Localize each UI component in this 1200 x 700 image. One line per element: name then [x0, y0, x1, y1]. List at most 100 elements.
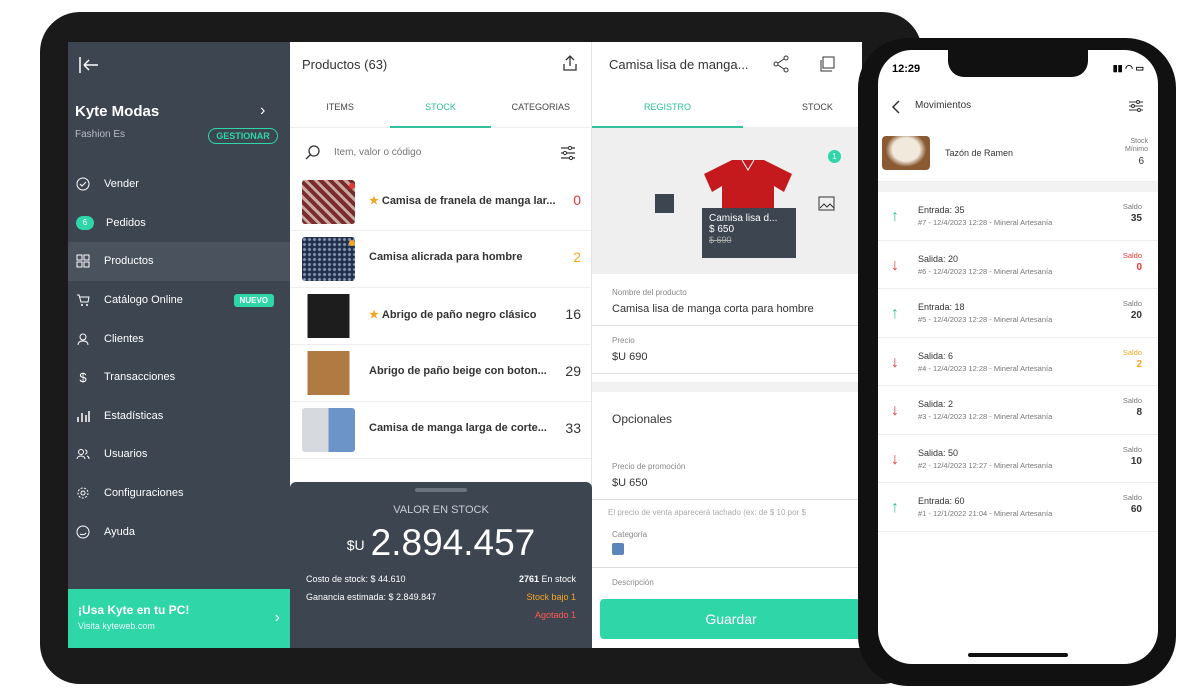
product-image [302, 294, 355, 338]
search-bar [290, 138, 591, 168]
arrow-down-icon: ↓ [891, 450, 899, 468]
movement-row[interactable]: ↑ Entrada: 18 #5 - 12/4/2023 12:28 - Min… [878, 289, 1158, 338]
promo-price-field[interactable]: Precio de promoción $U 650 [592, 462, 862, 500]
product-preview-card: Camisa lisa d... $ 650 $ 690 [702, 208, 796, 258]
low-stock-count[interactable]: Stock bajo 1 [526, 592, 576, 602]
product-quantity: 2 [573, 249, 581, 265]
tab-items[interactable]: ITEMS [290, 90, 390, 127]
page-title: Productos (63) [302, 57, 388, 72]
movement-row[interactable]: ↑ Entrada: 60 #1 - 12/1/2022 21:04 - Min… [878, 483, 1158, 532]
out-of-stock-count[interactable]: Agotado 1 [535, 610, 576, 620]
search-input[interactable] [334, 147, 504, 158]
export-icon[interactable] [561, 54, 579, 72]
home-indicator[interactable] [968, 653, 1068, 657]
product-image [302, 180, 355, 224]
min-stock-label: Stock Mínimo [1125, 138, 1148, 154]
check-circle-icon [76, 177, 90, 191]
back-arrow-icon[interactable] [890, 100, 902, 114]
optional-section-title: Opcionales [612, 412, 673, 426]
tab-registro[interactable]: REGISTRO [644, 102, 691, 112]
manage-button[interactable]: GESTIONAR [208, 128, 278, 144]
gallery-icon[interactable] [818, 194, 836, 212]
movement-row[interactable]: ↓ Salida: 50 #2 - 12/4/2023 12:27 - Mine… [878, 435, 1158, 483]
sidebar-item-label: Estadísticas [104, 409, 164, 422]
collapse-sidebar-icon[interactable] [78, 54, 100, 76]
balance-value: 60 [1130, 504, 1142, 515]
duplicate-icon[interactable] [818, 55, 836, 73]
tablet-screen: Kyte Modas › Fashion Es GESTIONAR Vender… [68, 42, 862, 648]
movement-details: #2 - 12/4/2023 12:27 - Mineral Artesanía [918, 460, 1053, 470]
arrow-down-icon: ↓ [891, 256, 899, 274]
movement-details: #6 - 12/4/2023 12:28 - Mineral Artesanía [918, 266, 1053, 276]
store-subtitle: Fashion Es [75, 129, 126, 140]
sidebar-item-transacciones[interactable]: $ Transacciones [68, 358, 290, 397]
filter-icon[interactable] [559, 144, 577, 162]
product-row[interactable]: Abrigo de paño beige con boton... 29 [290, 345, 591, 402]
tab-stock[interactable]: STOCK [390, 90, 491, 128]
category-field[interactable]: Categoría [592, 530, 862, 568]
product-name: Camisa alicrada para hombre [369, 251, 523, 263]
stock-alert-dot [349, 183, 355, 189]
filter-icon[interactable] [1128, 98, 1144, 114]
drag-handle[interactable] [415, 488, 467, 492]
product-name-field[interactable]: Nombre del producto Camisa lisa de manga… [592, 288, 862, 326]
share-icon[interactable] [772, 55, 790, 73]
color-swatch[interactable] [655, 194, 674, 213]
sidebar-item-clientes[interactable]: Clientes [68, 319, 290, 358]
sidebar-item-estadisticas[interactable]: Estadísticas [68, 397, 290, 436]
tab-categorias[interactable]: CATEGORIAS [491, 90, 591, 127]
movement-title: Entrada: 60 [918, 496, 965, 506]
product-row[interactable]: ★ Camisa de franela de manga lar... 0 [290, 174, 591, 231]
movement-title: Salida: 6 [918, 350, 954, 361]
price-field[interactable]: Precio $U 690 [592, 336, 862, 374]
product-quantity: 16 [565, 306, 581, 322]
balance-label: Saldo [1122, 493, 1142, 502]
sidebar-item-ayuda[interactable]: Ayuda [68, 512, 290, 551]
save-button[interactable]: Guardar [600, 599, 862, 639]
balance-label: Saldo [1122, 299, 1142, 308]
movement-row[interactable]: ↓ Salida: 20 #6 - 12/4/2023 12:28 - Mine… [878, 241, 1158, 289]
sidebar: Kyte Modas › Fashion Es GESTIONAR Vender… [68, 42, 290, 648]
product-name: Camisa de manga larga de corte... [369, 422, 547, 434]
products-tabs: ITEMS STOCK CATEGORIAS [290, 90, 591, 128]
product-row[interactable]: Camisa alicrada para hombre 2 [290, 231, 591, 288]
product-detail-panel: Camisa lisa de manga... REGISTRO STOCK C… [592, 42, 862, 648]
movement-row[interactable]: ↓ Salida: 6 #4 - 12/4/2023 12:28 - Miner… [878, 338, 1158, 386]
product-image [302, 237, 355, 281]
store-name[interactable]: Kyte Modas [75, 103, 159, 120]
sidebar-item-catalogo[interactable]: Catálogo Online NUEVO [68, 281, 290, 320]
user-icon [76, 332, 90, 346]
sidebar-item-pedidos[interactable]: 6 Pedidos [68, 204, 290, 243]
units-in-stock: 2761 En stock [518, 574, 576, 584]
movement-title: Salida: 50 [918, 447, 959, 458]
product-name: ★ Camisa de franela de manga lar... [369, 195, 556, 207]
field-label: Precio de promoción [612, 462, 686, 471]
sidebar-item-configuraciones[interactable]: Configuraciones [68, 474, 290, 513]
product-row[interactable]: ★ Abrigo de paño negro clásico 16 [290, 288, 591, 345]
phone-screen: 12:29 ▮▮ ◠ ▭ Movimientos Tazón de Ramen … [878, 50, 1158, 664]
grid-icon [76, 254, 90, 268]
description-label: Descripción [612, 578, 654, 587]
category-icon [612, 543, 624, 555]
cart-icon [76, 293, 90, 307]
movement-row[interactable]: ↑ Entrada: 35 #7 - 12/4/2023 12:28 - Min… [878, 192, 1158, 241]
sidebar-item-label: Clientes [104, 332, 144, 345]
product-name: Tazón de Ramen [945, 148, 1014, 158]
field-label: Nombre del producto [612, 288, 687, 297]
sidebar-item-usuarios[interactable]: Usuarios [68, 435, 290, 474]
sidebar-item-productos[interactable]: Productos [68, 242, 290, 281]
balance-value: 8 [1136, 407, 1142, 418]
stock-alert-dot [349, 240, 355, 246]
balance-label: Saldo [1122, 396, 1142, 405]
page-title: Movimientos [915, 100, 972, 111]
movement-details: #5 - 12/4/2023 12:28 - Mineral Artesanía [918, 315, 1053, 324]
product-image-area: Camisa lisa d... $ 650 $ 690 1 [592, 128, 862, 274]
desktop-promo-banner[interactable]: ¡Usa Kyte en tu PC! Visita kyteweb.com › [68, 589, 290, 648]
product-row[interactable]: Camisa de manga larga de corte... 33 [290, 402, 591, 459]
tab-stock[interactable]: STOCK [802, 102, 833, 112]
sidebar-item-vender[interactable]: Vender [68, 165, 290, 204]
field-label: Categoría [612, 530, 648, 539]
balance-value: 10 [1130, 455, 1142, 467]
movement-row[interactable]: ↓ Salida: 2 #3 - 12/4/2023 12:28 - Miner… [878, 386, 1158, 435]
chevron-right-icon[interactable]: › [260, 102, 265, 120]
